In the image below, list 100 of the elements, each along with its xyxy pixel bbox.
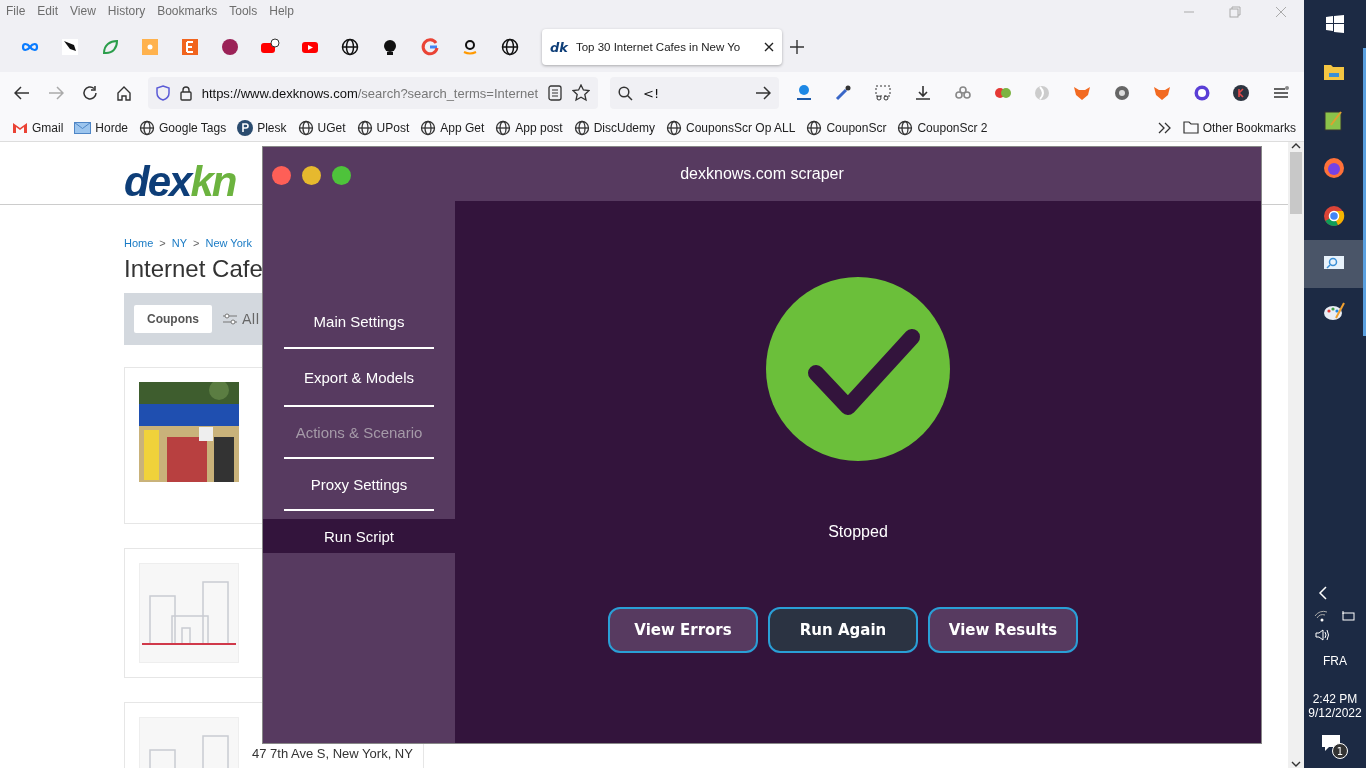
bookmark-link[interactable]: App post <box>495 119 563 136</box>
star-burst-icon[interactable] <box>140 37 160 57</box>
maximize-dot[interactable] <box>332 166 351 185</box>
menu-item[interactable]: Edit <box>37 4 59 18</box>
plesk-icon <box>237 119 254 136</box>
folder-icon[interactable] <box>1322 62 1345 82</box>
menu-item[interactable]: History <box>107 4 146 18</box>
breadcrumb-separator: > <box>193 237 200 249</box>
action-button[interactable]: View Results <box>928 607 1078 653</box>
sliders-icon[interactable] <box>222 313 238 325</box>
site-icon: dk <box>550 39 568 55</box>
shield-icon[interactable] <box>155 85 170 101</box>
windows-start-icon[interactable] <box>1326 15 1344 33</box>
notepad-icon[interactable] <box>1322 109 1345 131</box>
browser-tab[interactable]: dk Top 30 Internet Cafes in New Yo <box>542 29 782 65</box>
minimize-dot[interactable] <box>302 166 321 185</box>
sidebar-item[interactable]: Proxy Settings <box>284 459 434 511</box>
google-icon[interactable] <box>420 37 440 57</box>
scroll-down-icon[interactable] <box>1291 760 1301 768</box>
notification-count: 1 <box>1332 743 1348 759</box>
close-icon[interactable] <box>764 42 774 52</box>
status-text: Stopped <box>828 523 888 541</box>
wifi-icon[interactable] <box>1314 610 1328 622</box>
sidebar-item[interactable]: Run Script <box>263 519 455 553</box>
volume-icon[interactable] <box>1315 628 1331 642</box>
scroll-up-icon[interactable] <box>1291 142 1301 150</box>
breadcrumb-separator: > <box>159 237 166 249</box>
action-button[interactable]: View Errors <box>608 607 758 653</box>
listing-address: 47 7th Ave S, New York, NY <box>252 746 413 761</box>
address-bar[interactable]: https://www.dexknows.com/search?search_terms=Internet <box>147 77 599 109</box>
url-text: https://www.dexknows.com/search?search_terms=Internet <box>201 85 539 101</box>
globe-icon <box>139 119 156 136</box>
bookmark-link[interactable]: UPost <box>356 119 410 136</box>
breadcrumb-link[interactable]: Home <box>124 237 154 249</box>
bookmark-link[interactable]: CouponScr <box>806 119 887 136</box>
bookmark-link[interactable]: CouponScr 2 <box>897 119 988 136</box>
menu-icon[interactable] <box>1273 86 1290 100</box>
battery-icon[interactable] <box>1340 610 1356 622</box>
globe-icon[interactable] <box>340 37 360 57</box>
coupons-button[interactable]: Coupons <box>134 305 212 333</box>
go-arrow-icon[interactable] <box>754 86 771 100</box>
sidebar-item[interactable]: Main Settings <box>284 295 434 349</box>
download-icon[interactable] <box>913 83 933 103</box>
reload-icon[interactable] <box>81 85 98 101</box>
bookmark-folder[interactable]: Other Bookmarks <box>1182 120 1296 135</box>
menu-item[interactable]: Bookmarks <box>157 4 218 18</box>
scrollbar-thumb[interactable] <box>1290 152 1302 214</box>
new-tab-icon[interactable] <box>790 40 804 54</box>
bookmark-star-icon[interactable] <box>572 84 591 102</box>
scissors-icon[interactable] <box>873 83 894 103</box>
reader-view-icon[interactable] <box>548 85 563 101</box>
bookmark-link[interactable]: Google Tags <box>139 119 227 136</box>
chevron-double-icon[interactable] <box>1157 121 1172 134</box>
profile-icon[interactable] <box>1231 83 1252 103</box>
bookmark-link[interactable]: App Get <box>420 119 485 136</box>
search-field[interactable]: <! <box>610 77 779 109</box>
taskbar-app[interactable] <box>1304 240 1366 288</box>
bookmark-link[interactable]: Plesk <box>237 119 287 136</box>
site-logo[interactable]: dexkn <box>124 160 236 204</box>
language-indicator[interactable]: FRA <box>1323 654 1347 668</box>
close-dot[interactable] <box>272 166 291 185</box>
chevron-left-icon[interactable] <box>1318 586 1328 600</box>
home-icon[interactable] <box>115 85 132 101</box>
bookmark-link[interactable]: CouponsScr Op ALL <box>666 119 796 136</box>
page-heading: Internet Cafe <box>124 255 264 283</box>
globe-icon <box>495 119 512 136</box>
menu-item[interactable]: View <box>70 4 96 18</box>
bookmark-link[interactable]: Gmail <box>12 120 64 135</box>
menu-item[interactable]: File <box>6 4 26 18</box>
globe-icon[interactable] <box>500 37 520 57</box>
settings-icon[interactable] <box>1112 83 1132 103</box>
clock-date[interactable]: 9/12/2022 <box>1308 706 1362 720</box>
breadcrumb-link[interactable]: NY <box>171 237 188 249</box>
bookmark-link[interactable]: UGet <box>297 119 346 136</box>
tab-title: Top 30 Internet Cafes in New Yo <box>575 41 742 53</box>
circle-icon[interactable] <box>220 37 240 57</box>
menu-item[interactable]: Help <box>269 4 294 18</box>
mail-icon <box>12 121 28 134</box>
globe-icon <box>806 119 823 136</box>
leaf-icon[interactable] <box>100 37 120 57</box>
clock-time[interactable]: 2:42 PM <box>1312 692 1358 706</box>
chrome-icon[interactable] <box>1321 204 1346 228</box>
firefox-icon[interactable] <box>1321 156 1346 180</box>
folder-icon <box>1182 121 1199 134</box>
back-icon[interactable] <box>13 86 30 100</box>
globe-icon <box>297 119 314 136</box>
action-button[interactable]: Run Again <box>768 607 918 653</box>
breadcrumb-link[interactable]: New York <box>205 237 252 249</box>
globe-icon <box>356 119 373 136</box>
lock-icon[interactable] <box>179 85 192 101</box>
etsy-icon[interactable] <box>180 37 200 57</box>
sidebar-item[interactable]: Export & Models <box>284 349 434 407</box>
bookmark-link[interactable]: Horde <box>74 120 129 135</box>
globe-icon <box>897 119 914 136</box>
globe-icon <box>573 119 590 136</box>
menu-item[interactable]: Tools <box>229 4 258 18</box>
window-title: dexknows.com scraper <box>680 165 844 183</box>
all-filters-label[interactable]: All <box>242 311 260 327</box>
search-icon <box>618 85 634 101</box>
bookmark-link[interactable]: DiscUdemy <box>573 119 655 136</box>
